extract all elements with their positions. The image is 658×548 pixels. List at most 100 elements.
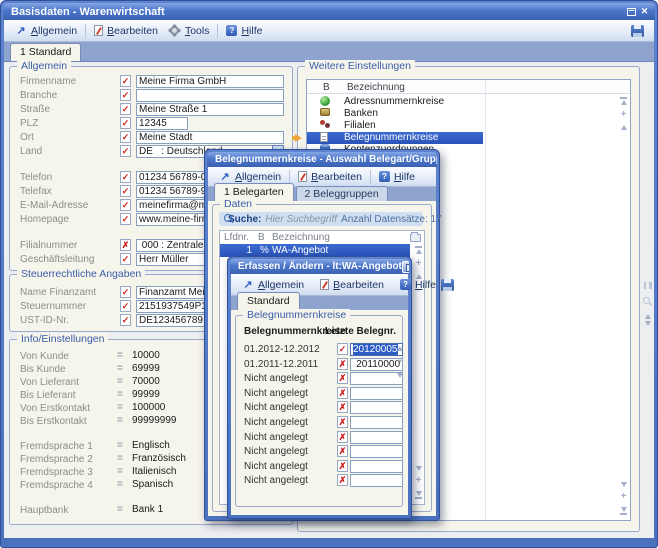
tree-item-belegnummernkreise[interactable]: Belegnummernkreise bbox=[307, 132, 483, 144]
edit-doc-icon[interactable] bbox=[120, 131, 131, 143]
scroll-bottom-cluster[interactable] bbox=[415, 466, 422, 499]
edit-doc-icon[interactable] bbox=[120, 171, 131, 183]
cross-doc-icon[interactable] bbox=[337, 445, 348, 457]
scroll-first-icon[interactable] bbox=[415, 246, 422, 254]
field-label: Ort bbox=[20, 132, 34, 143]
cross-doc-icon[interactable] bbox=[337, 387, 348, 399]
dialog-titlebar[interactable]: Erfassen / Ändern - lt:WA-Angebot bbox=[230, 259, 409, 274]
menu-label: Tools bbox=[185, 25, 210, 37]
side-tool-cluster[interactable] bbox=[643, 282, 652, 326]
scroll-down-icon[interactable] bbox=[397, 373, 403, 378]
cross-doc-icon[interactable] bbox=[337, 460, 348, 472]
scroll-down-icon[interactable] bbox=[621, 482, 627, 487]
scroll-top-cluster[interactable] bbox=[415, 246, 422, 279]
tree-item-banken[interactable]: Banken bbox=[307, 108, 630, 120]
close-icon[interactable] bbox=[639, 6, 650, 17]
menu-bearbeiten[interactable]: Bearbeiten bbox=[315, 277, 389, 293]
field-input-plz[interactable]: 12345 bbox=[136, 117, 188, 130]
letzte-belegnr-input[interactable] bbox=[350, 387, 403, 400]
edit-doc-icon[interactable] bbox=[120, 213, 131, 225]
tree-item-filialen[interactable]: Filialen bbox=[307, 120, 630, 132]
restore-icon[interactable] bbox=[627, 8, 636, 16]
dialog-titlebar[interactable]: Belegnummernkreise - Auswahl Belegart/Gr… bbox=[207, 152, 437, 167]
scroll-top-cluster[interactable] bbox=[620, 97, 627, 130]
search-icon[interactable] bbox=[643, 297, 652, 306]
edit-doc-icon[interactable] bbox=[337, 343, 348, 355]
menu-allgemein[interactable]: Allgemein bbox=[10, 22, 82, 39]
column-letzte-belegnr: Letzte Belegnr. bbox=[325, 326, 396, 337]
search-bar[interactable]: Suche: Hier Suchbegriff Anzahl Datensätz… bbox=[219, 212, 423, 226]
scroll-cluster[interactable] bbox=[397, 346, 403, 378]
save-icon[interactable] bbox=[631, 25, 644, 37]
edit-doc-icon[interactable] bbox=[120, 199, 131, 211]
scroll-bottom-cluster[interactable] bbox=[620, 482, 627, 515]
scroll-last-icon[interactable] bbox=[620, 507, 627, 515]
edit-doc-icon[interactable] bbox=[120, 253, 131, 265]
tab-standard[interactable]: Standard bbox=[237, 292, 300, 310]
letzte-belegnr-input[interactable] bbox=[350, 474, 403, 487]
restore-icon[interactable] bbox=[402, 261, 409, 273]
sort-icon[interactable] bbox=[645, 314, 651, 326]
letzte-belegnr-input[interactable]: 20110000 bbox=[350, 358, 403, 371]
scroll-first-icon[interactable] bbox=[620, 97, 627, 105]
field-input-branche[interactable] bbox=[136, 89, 284, 102]
info-value: Bank 1 bbox=[132, 504, 163, 515]
cross-doc-icon[interactable] bbox=[337, 401, 348, 413]
scroll-plus-icon[interactable] bbox=[621, 493, 627, 501]
letzte-belegnr-input[interactable]: 20120005 bbox=[350, 343, 403, 356]
letzte-belegnr-input[interactable] bbox=[350, 460, 403, 473]
equals-icon: = bbox=[117, 453, 123, 464]
edit-doc-icon[interactable] bbox=[120, 286, 131, 298]
cross-doc-icon[interactable] bbox=[337, 431, 348, 443]
edit-doc-icon[interactable] bbox=[120, 75, 131, 87]
field-input-ort[interactable]: Meine Stadt bbox=[136, 131, 284, 144]
tab-2-beleggruppen[interactable]: 2 Beleggruppen bbox=[296, 186, 388, 202]
field-input-firmenname[interactable]: Meine Firma GmbH bbox=[136, 75, 284, 88]
cross-doc-icon[interactable] bbox=[337, 372, 348, 384]
edit-doc-icon[interactable] bbox=[120, 103, 131, 115]
cross-doc-icon[interactable] bbox=[337, 474, 348, 486]
edit-doc-icon[interactable] bbox=[120, 145, 131, 157]
edit-doc-icon[interactable] bbox=[120, 314, 131, 326]
search-placeholder[interactable]: Hier Suchbegriff bbox=[265, 214, 337, 225]
letzte-belegnr-input[interactable] bbox=[350, 401, 403, 414]
tree-item-adressnummernkreise[interactable]: Adressnummernkreise bbox=[307, 96, 630, 108]
edit-doc-icon[interactable] bbox=[120, 185, 131, 197]
letzte-belegnr-input[interactable] bbox=[350, 372, 403, 385]
scroll-up-icon[interactable] bbox=[621, 125, 627, 130]
cross-doc-icon[interactable] bbox=[337, 416, 348, 428]
scroll-plus-icon[interactable] bbox=[621, 111, 627, 119]
cross-doc-icon[interactable] bbox=[120, 239, 131, 251]
folder-icon[interactable] bbox=[410, 234, 421, 242]
range-label: 01.2012-12.2012 bbox=[244, 344, 320, 355]
scroll-last-icon[interactable] bbox=[415, 491, 422, 499]
edit-doc-icon[interactable] bbox=[120, 117, 131, 129]
tab-1-standard[interactable]: 1 Standard bbox=[10, 43, 81, 61]
search-label: Suche: bbox=[228, 214, 261, 225]
edit-doc-icon[interactable] bbox=[120, 300, 131, 312]
scroll-down-icon[interactable] bbox=[416, 466, 422, 471]
scroll-up-icon[interactable] bbox=[397, 346, 403, 351]
field-input-stra-e[interactable]: Meine Straße 1 bbox=[136, 103, 284, 116]
main-titlebar[interactable]: Basisdaten - Warenwirtschaft bbox=[3, 3, 655, 20]
letzte-belegnr-input[interactable] bbox=[350, 416, 403, 429]
letzte-belegnr-input[interactable] bbox=[350, 431, 403, 444]
letzte-belegnr-input[interactable] bbox=[350, 445, 403, 458]
grip-icon[interactable] bbox=[644, 282, 652, 289]
menu-hilfe[interactable]: Hilfe bbox=[374, 169, 420, 185]
menu-bearbeiten[interactable]: Bearbeiten bbox=[89, 23, 163, 39]
edit-doc-icon[interactable] bbox=[120, 89, 131, 101]
field-label: Land bbox=[20, 146, 42, 157]
save-icon[interactable] bbox=[441, 279, 454, 291]
menu-allgemein[interactable]: Allgemein bbox=[237, 276, 309, 293]
menu-bearbeiten[interactable]: Bearbeiten bbox=[293, 169, 367, 185]
menu-hilfe[interactable]: Hilfe bbox=[221, 23, 267, 39]
menu-hilfe[interactable]: Hilfe bbox=[395, 277, 441, 293]
nummernkreis-row: Nicht angelegt bbox=[236, 431, 402, 445]
menu-tools[interactable]: Tools bbox=[163, 22, 215, 39]
scroll-plus-icon[interactable] bbox=[397, 358, 403, 366]
scroll-plus-icon[interactable] bbox=[416, 260, 422, 268]
scroll-plus-icon[interactable] bbox=[416, 477, 422, 485]
field-label: Geschäftsleitung bbox=[20, 254, 95, 265]
cross-doc-icon[interactable] bbox=[337, 358, 348, 370]
